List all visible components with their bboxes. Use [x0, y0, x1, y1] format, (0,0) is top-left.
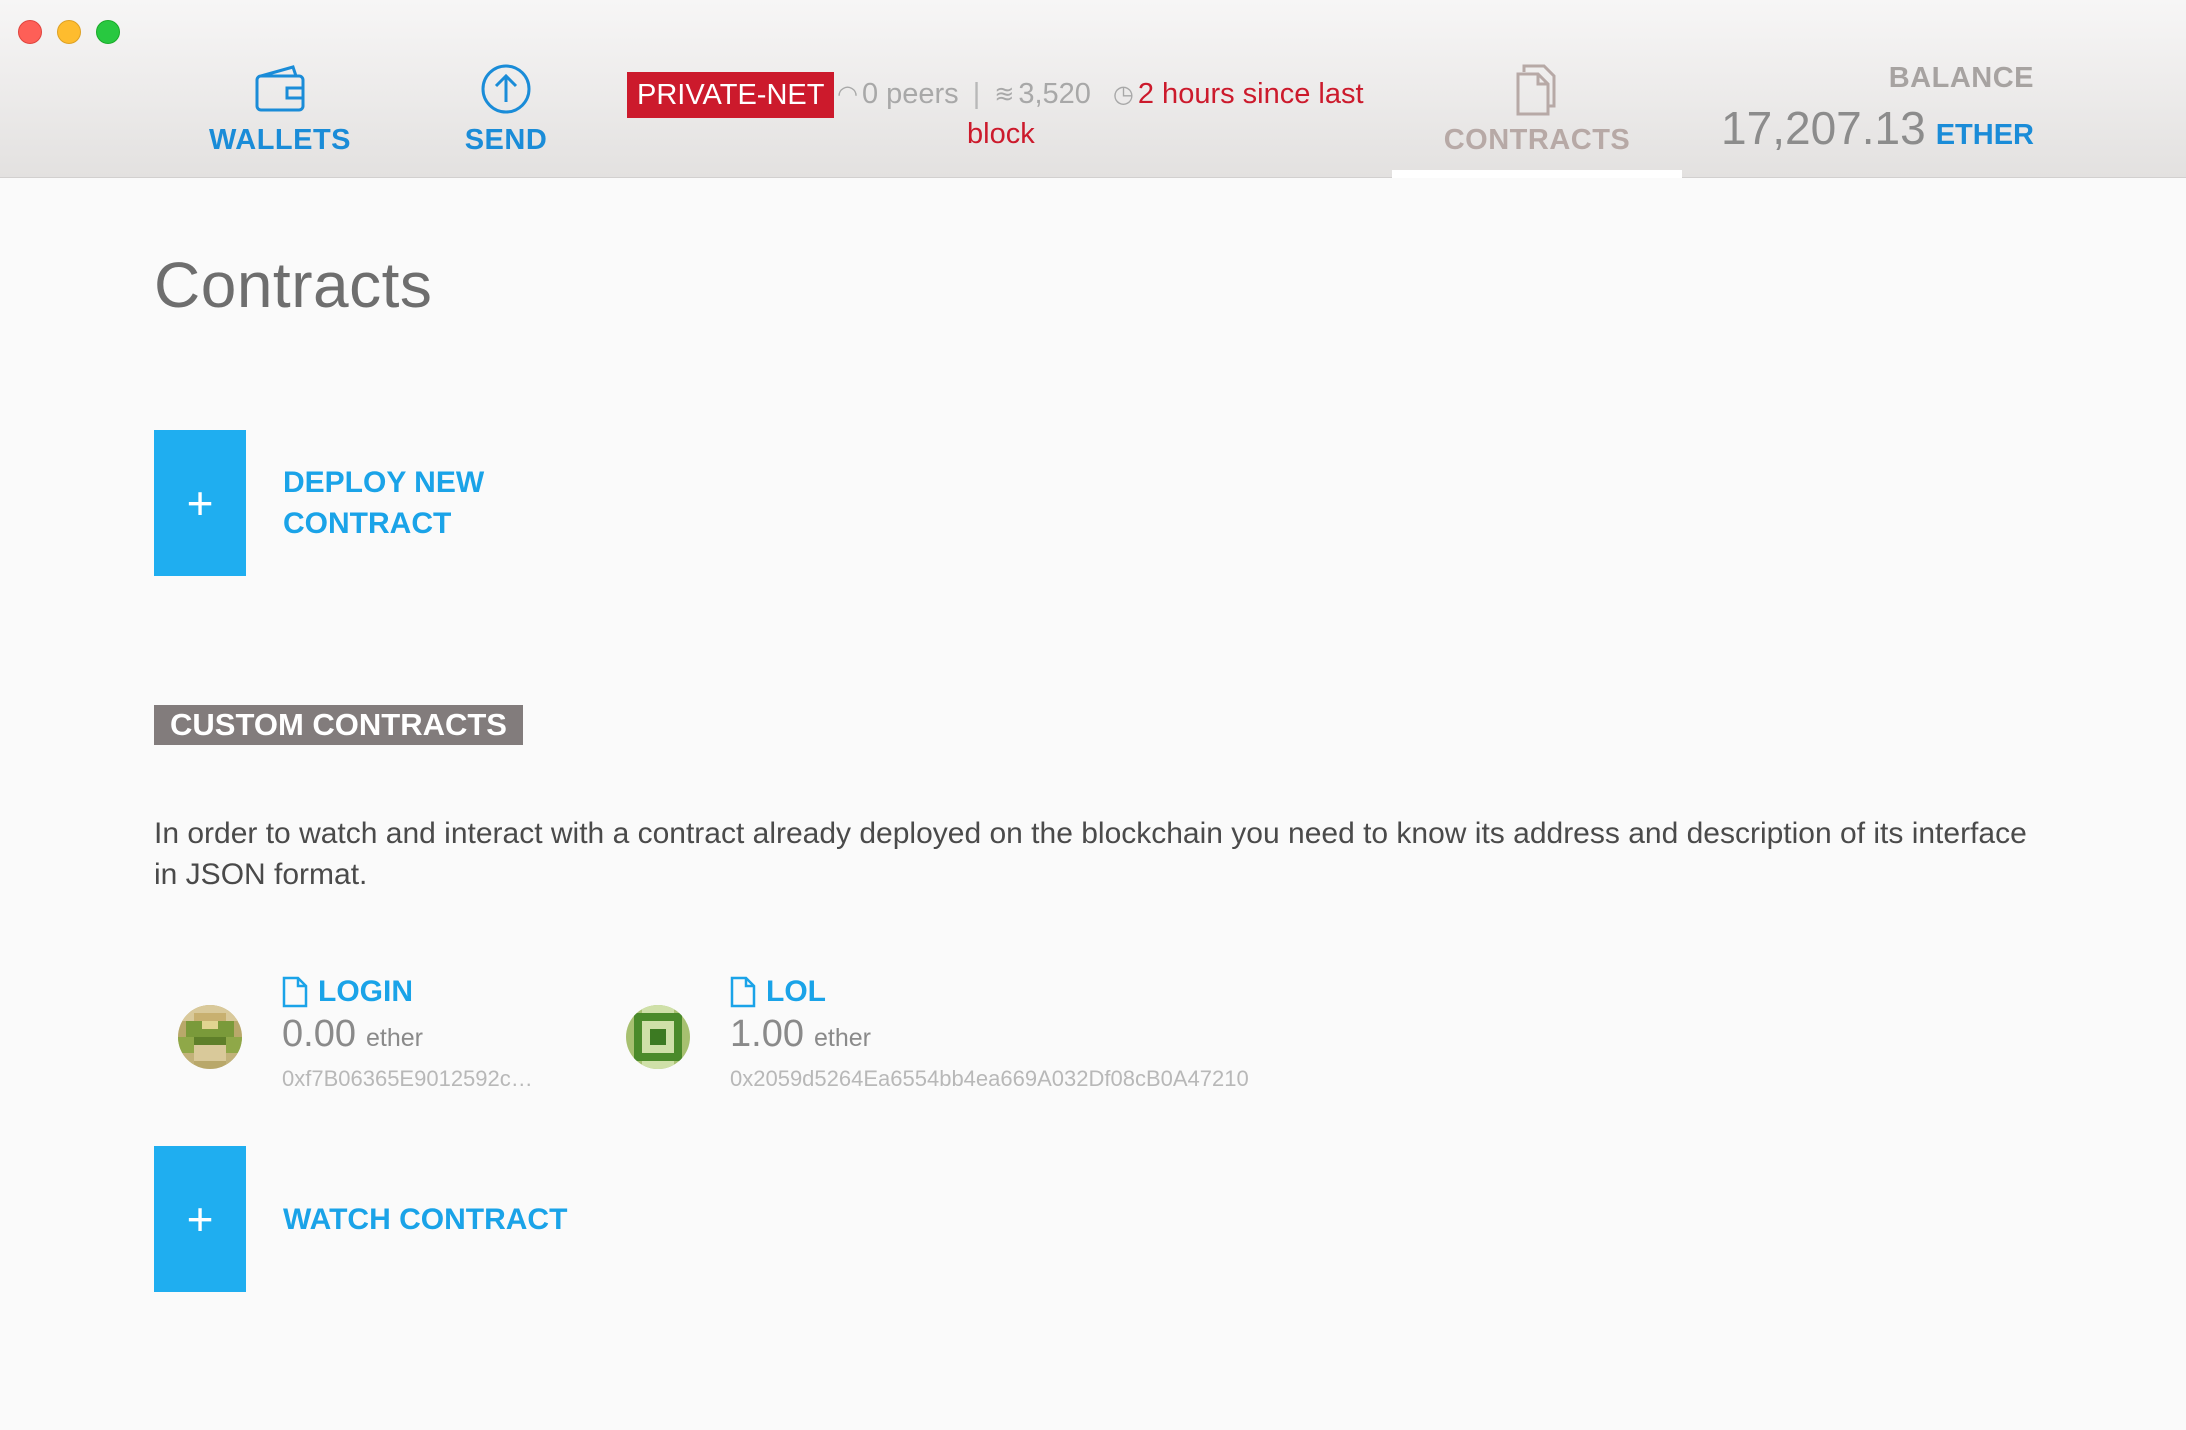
network-badge: PRIVATE-NET	[627, 72, 835, 118]
nav-send[interactable]: SEND	[460, 62, 552, 157]
contract-balance: 0.00 ether	[282, 1013, 533, 1056]
contract-balance-unit: ether	[813, 1024, 871, 1052]
contract-avatar	[626, 1005, 690, 1069]
blocks-layers-icon: ≋	[994, 81, 1015, 108]
contract-name: LOGIN	[318, 975, 413, 1008]
top-navigation-bar: WALLETS SEND PRIVATE-NET ◠ 0 peers | ≋ 3…	[0, 0, 2186, 178]
contract-info: LOL 1.00 ether 0x2059d5264Ea6554bb4ea669…	[730, 975, 1249, 1092]
watch-contract-button[interactable]: + WATCH CONTRACT	[154, 1146, 603, 1292]
contract-address: 0xf7B06365E9012592c…	[282, 1066, 533, 1091]
deploy-new-contract-label: DEPLOY NEW CONTRACT	[283, 466, 485, 540]
time-since-last-block-tail: block	[967, 118, 1035, 150]
contract-balance-value: 0.00	[282, 1013, 356, 1055]
balance-value: 17,207.13	[1721, 102, 1926, 154]
wallet-icon	[255, 65, 305, 112]
window-controls	[18, 20, 120, 44]
balance-title: BALANCE	[1888, 62, 2034, 94]
plus-icon: +	[154, 1146, 246, 1292]
peers-signal-icon: ◠	[837, 81, 858, 108]
minimize-window-button[interactable]	[57, 20, 81, 44]
contracts-document-icon	[1516, 64, 1556, 116]
balance-display: BALANCE 17,207.13 ETHER	[1721, 62, 2034, 155]
contract-balance-unit: ether	[365, 1024, 423, 1052]
balance-row: 17,207.13 ETHER	[1721, 101, 2034, 155]
contract-balance: 1.00 ether	[730, 1013, 1249, 1056]
stats-separator: |	[972, 78, 981, 110]
nav-wallets[interactable]: WALLETS	[209, 62, 351, 157]
document-icon	[730, 976, 756, 1008]
page-title: Contracts	[154, 249, 433, 321]
peers-count: 0 peers	[861, 78, 959, 110]
watch-contract-label: WATCH CONTRACT	[283, 1202, 568, 1236]
nav-send-label: SEND	[464, 124, 548, 156]
custom-contracts-heading: CUSTOM CONTRACTS	[154, 705, 523, 745]
contract-address: 0x2059d5264Ea6554bb4ea669A032Df08cB0A472…	[730, 1066, 1249, 1091]
custom-contracts-description: In order to watch and interact with a co…	[154, 817, 2027, 891]
plus-icon: +	[154, 430, 246, 576]
deploy-new-contract-button[interactable]: + DEPLOY NEW CONTRACT	[154, 430, 503, 576]
contract-name: LOL	[766, 975, 826, 1008]
contract-info: LOGIN 0.00 ether 0xf7B06365E9012592c…	[282, 975, 533, 1092]
nav-contracts-label: CONTRACTS	[1443, 124, 1631, 156]
clock-icon: ◷	[1112, 81, 1134, 108]
close-window-button[interactable]	[18, 20, 42, 44]
contract-name-row[interactable]: LOL	[730, 975, 1249, 1009]
contract-name-row[interactable]: LOGIN	[282, 975, 533, 1009]
block-number: 3,520	[1018, 78, 1091, 110]
active-tab-indicator	[1392, 170, 1682, 178]
balance-unit[interactable]: ETHER	[1936, 119, 2034, 152]
nav-contracts[interactable]: CONTRACTS	[1392, 62, 1682, 157]
contract-balance-value: 1.00	[730, 1013, 804, 1055]
zoom-window-button[interactable]	[96, 20, 120, 44]
time-since-last-block: 2 hours since last	[1137, 78, 1364, 110]
nav-wallets-label: WALLETS	[208, 124, 352, 156]
contract-avatar	[178, 1005, 242, 1069]
document-icon	[282, 976, 308, 1008]
network-stats: ◠ 0 peers | ≋ 3,520 ◷ 2 hours since last	[837, 78, 1364, 111]
send-arrow-icon	[481, 64, 531, 114]
